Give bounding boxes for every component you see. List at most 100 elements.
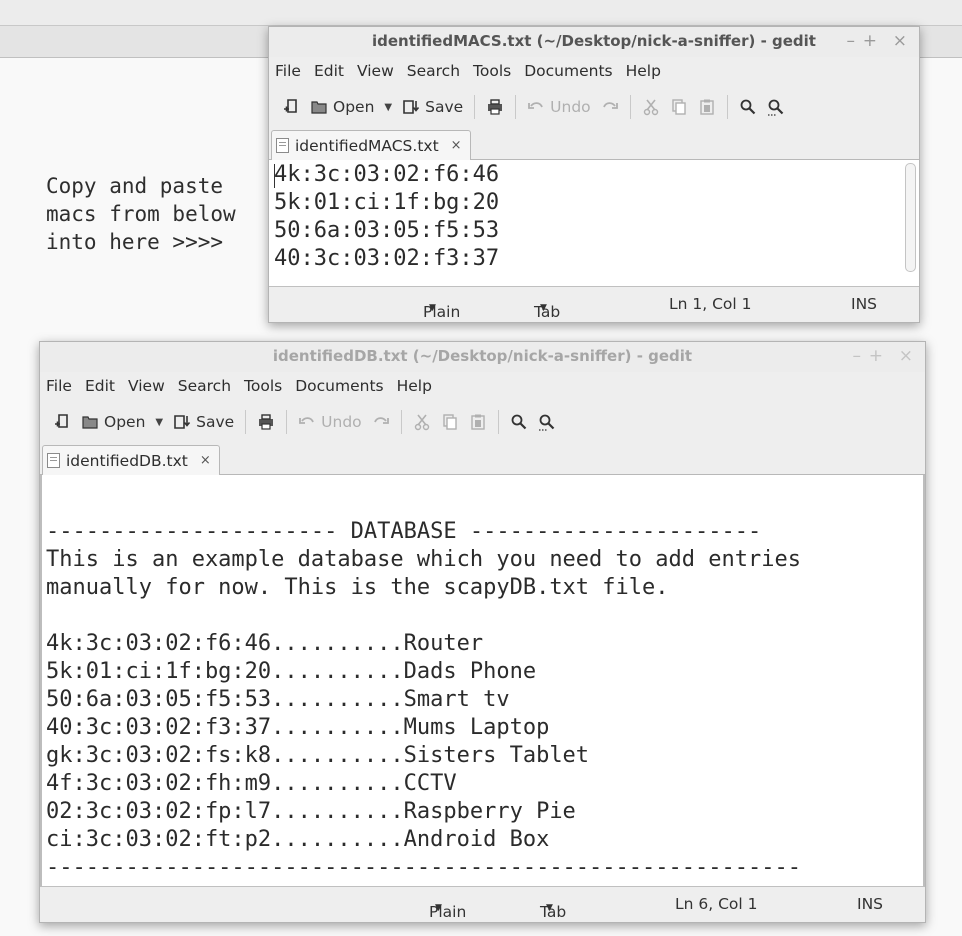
- tab-label: identifiedDB.txt: [66, 451, 188, 470]
- toolbar-separator: [474, 95, 476, 119]
- db-titlebar[interactable]: identifiedDB.txt (~/Desktop/nick-a-sniff…: [40, 342, 925, 372]
- redo-icon: [373, 417, 389, 424]
- tab-close-icon[interactable]: ×: [451, 138, 462, 153]
- paste-icon: [470, 414, 485, 430]
- menu-file[interactable]: File: [46, 377, 72, 395]
- new-document-icon: [284, 99, 297, 113]
- close-button[interactable]: ×: [893, 31, 907, 51]
- save-button[interactable]: Save: [168, 405, 239, 439]
- paste-button[interactable]: [693, 90, 721, 124]
- chevron-down-icon[interactable]: ▼: [384, 102, 392, 113]
- open-button-label: Open: [104, 413, 146, 431]
- background-instruction-text: Copy and paste macs from below into here…: [46, 174, 236, 254]
- chevron-down-icon[interactable]: ▼: [155, 417, 163, 428]
- menu-edit[interactable]: Edit: [85, 377, 115, 395]
- save-button-label: Save: [196, 413, 235, 431]
- toolbar-separator: [245, 410, 247, 434]
- open-button[interactable]: Open ▼: [305, 90, 397, 124]
- db-toolbar: Open ▼ Save Undo: [40, 400, 925, 444]
- minimize-button[interactable]: –: [847, 31, 856, 51]
- text-file-icon: [276, 138, 289, 153]
- undo-button-label: Undo: [550, 98, 591, 116]
- db-window-title: identifiedDB.txt (~/Desktop/nick-a-sniff…: [272, 347, 693, 365]
- top-panel: [0, 0, 962, 26]
- vertical-scrollbar[interactable]: [905, 163, 916, 272]
- menu-documents[interactable]: Documents: [524, 62, 612, 80]
- menu-help[interactable]: Help: [397, 377, 432, 395]
- undo-button[interactable]: Undo: [522, 90, 596, 124]
- open-button-label: Open: [333, 98, 375, 116]
- db-menubar: File Edit View Search Tools Documents He…: [40, 372, 925, 400]
- copy-button[interactable]: [436, 405, 464, 439]
- tab-close-icon[interactable]: ×: [200, 453, 211, 468]
- chevron-down-icon: ▼: [429, 303, 436, 313]
- save-button[interactable]: Save: [397, 90, 468, 124]
- text-cursor: [274, 164, 275, 188]
- menu-edit[interactable]: Edit: [314, 62, 344, 80]
- toolbar-separator: [400, 410, 402, 434]
- search-icon: [740, 99, 755, 115]
- text-file-icon: [47, 453, 60, 468]
- undo-icon: [299, 417, 314, 424]
- menu-search[interactable]: Search: [407, 62, 460, 80]
- open-folder-icon: [311, 101, 327, 114]
- macs-tabbar: identifiedMACS.txt ×: [269, 129, 919, 160]
- menu-view[interactable]: View: [357, 62, 394, 80]
- chevron-down-icon: ▼: [540, 303, 547, 313]
- tab-label: identifiedMACS.txt: [295, 136, 439, 155]
- undo-icon: [528, 102, 543, 109]
- redo-icon: [602, 102, 618, 109]
- undo-button[interactable]: Undo: [293, 405, 367, 439]
- maximize-button[interactable]: +: [869, 346, 883, 366]
- macs-editor-window: identifiedMACS.txt (~/Desktop/nick-a-sni…: [268, 26, 920, 323]
- copy-icon: [671, 99, 686, 115]
- minimize-button[interactable]: –: [853, 346, 862, 366]
- maximize-button[interactable]: +: [863, 31, 877, 51]
- toolbar-separator: [726, 95, 728, 119]
- menu-documents[interactable]: Documents: [295, 377, 383, 395]
- menu-tools[interactable]: Tools: [473, 62, 511, 80]
- tab-identifiedmacs[interactable]: identifiedMACS.txt ×: [271, 130, 471, 160]
- menu-help[interactable]: Help: [626, 62, 661, 80]
- cut-button[interactable]: [637, 90, 665, 124]
- menu-search[interactable]: Search: [178, 377, 231, 395]
- open-button[interactable]: Open ▼: [76, 405, 168, 439]
- find-button[interactable]: [505, 405, 533, 439]
- menu-tools[interactable]: Tools: [244, 377, 282, 395]
- find-replace-button[interactable]: [533, 405, 561, 439]
- copy-button[interactable]: [665, 90, 693, 124]
- new-document-button[interactable]: [277, 90, 305, 124]
- search-icon: [511, 414, 526, 430]
- paste-icon: [699, 99, 714, 115]
- new-document-button[interactable]: [48, 405, 76, 439]
- find-replace-button[interactable]: [762, 90, 790, 124]
- close-button[interactable]: ×: [899, 346, 913, 366]
- save-icon: [403, 100, 420, 114]
- db-statusbar: Plain Text▼ Tab Width: 4▼ Ln 6, Col 1 IN…: [40, 887, 925, 922]
- toolbar-separator: [286, 410, 288, 434]
- chevron-down-icon: ▼: [435, 903, 442, 913]
- redo-button[interactable]: [367, 405, 395, 439]
- redo-button[interactable]: [596, 90, 624, 124]
- cut-button[interactable]: [408, 405, 436, 439]
- save-icon: [174, 415, 191, 429]
- print-button[interactable]: [252, 405, 280, 439]
- macs-titlebar[interactable]: identifiedMACS.txt (~/Desktop/nick-a-sni…: [269, 27, 919, 57]
- macs-text-content: 4k:3c:03:02:f6:46 5k:01:ci:1f:bg:20 50:6…: [274, 162, 500, 271]
- menu-file[interactable]: File: [275, 62, 301, 80]
- cursor-position: Ln 1, Col 1: [669, 295, 752, 313]
- find-replace-icon: [538, 414, 554, 431]
- macs-text-area[interactable]: 4k:3c:03:02:f6:46 5k:01:ci:1f:bg:20 50:6…: [269, 160, 919, 287]
- db-editor-window: identifiedDB.txt (~/Desktop/nick-a-sniff…: [39, 341, 926, 923]
- tab-identifieddb[interactable]: identifiedDB.txt ×: [42, 445, 220, 475]
- find-button[interactable]: [734, 90, 762, 124]
- menu-view[interactable]: View: [128, 377, 165, 395]
- toolbar-separator: [629, 95, 631, 119]
- find-replace-icon: [767, 99, 783, 116]
- print-button[interactable]: [481, 90, 509, 124]
- paste-button[interactable]: [464, 405, 492, 439]
- db-text-area[interactable]: ---------------------- DATABASE --------…: [40, 475, 925, 887]
- copy-icon: [442, 414, 457, 430]
- undo-button-label: Undo: [321, 413, 362, 431]
- chevron-down-icon: ▼: [546, 903, 553, 913]
